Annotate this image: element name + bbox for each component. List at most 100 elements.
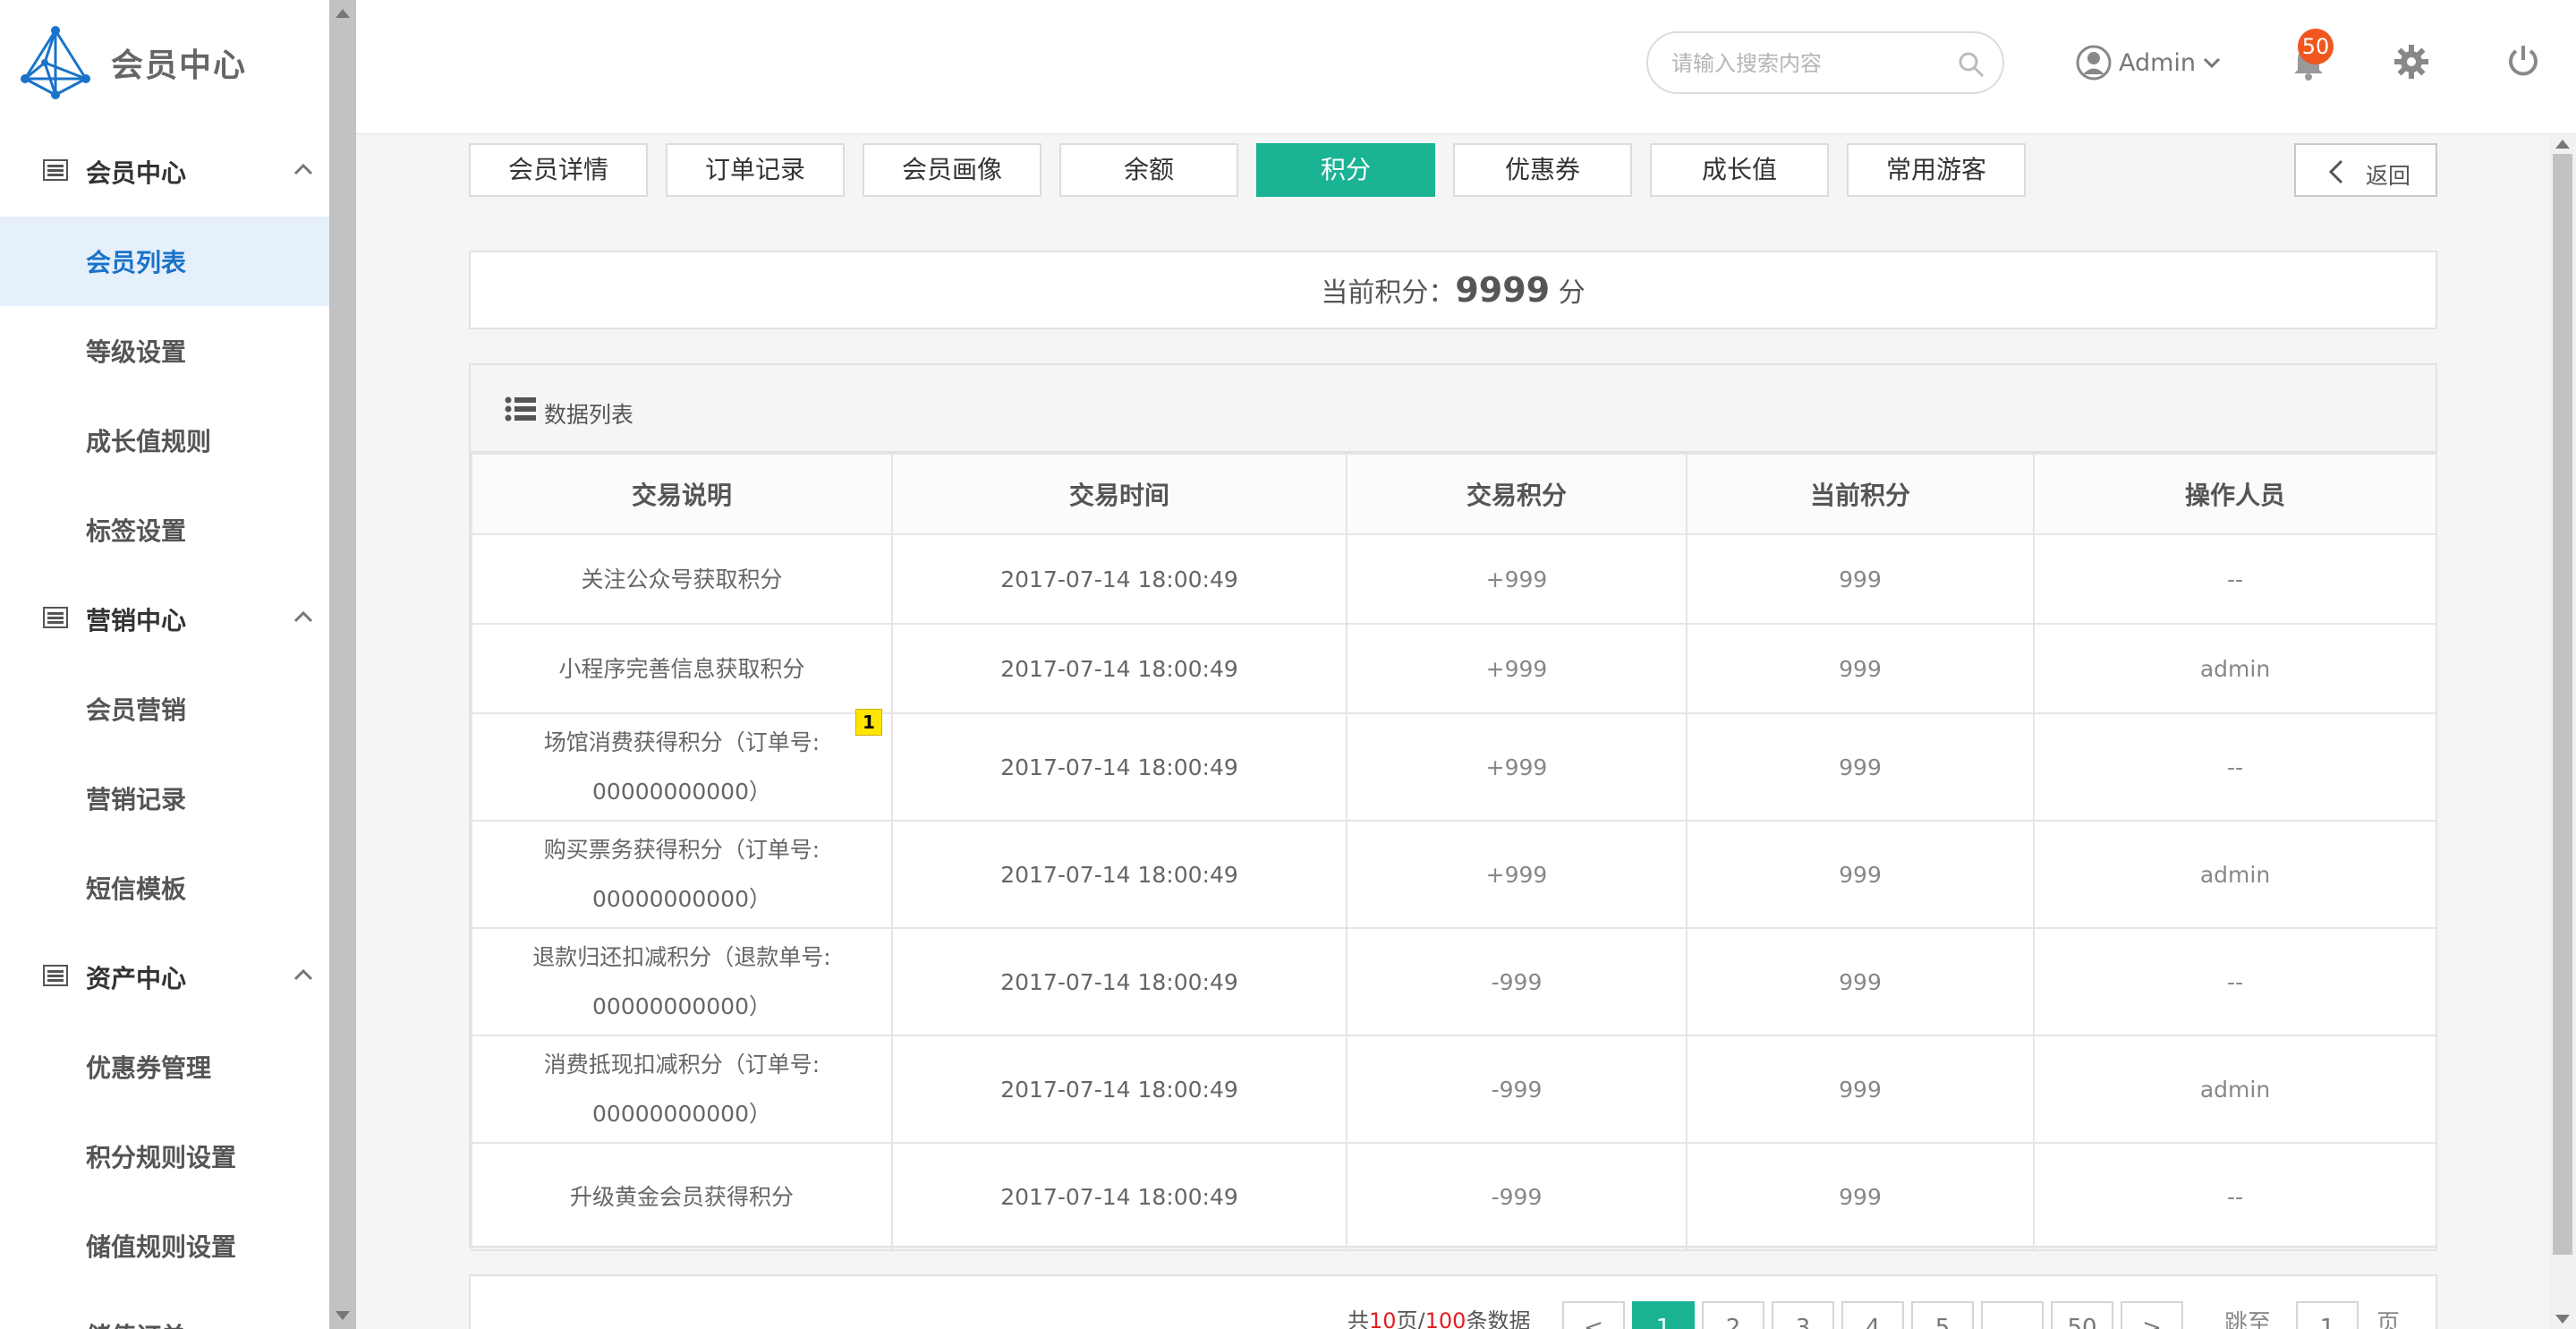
description-line: 升级黄金会员获得积分 [569,1183,794,1210]
pager-page-count: 10 [1369,1308,1397,1329]
pagination-bar: 共10页/100条数据 < 1 2 3 4 5 ... 50 > 跳至 1 页 [469,1274,2437,1329]
tab-order-records[interactable]: 订单记录 [666,143,845,197]
sidebar-item-label: 会员营销 [86,695,187,725]
jump-unit: 页 [2376,1310,2401,1329]
sidebar-item-points-rules[interactable]: 积分规则设置 [0,1112,329,1201]
back-button[interactable]: 返回 [2294,143,2437,197]
sidebar-item-member-marketing[interactable]: 会员营销 [0,664,329,754]
description-line: 小程序完善信息获取积分 [558,655,805,682]
tab-coupons[interactable]: 优惠券 [1453,143,1632,197]
table-row: 小程序完善信息获取积分 2017-07-14 18:00:49 +999 999… [471,623,2437,714]
power-icon[interactable] [2505,43,2541,79]
gear-icon[interactable] [2394,45,2428,79]
cell-current: 999 [1686,623,2035,714]
column-header[interactable]: 当前积分 [1686,453,2035,535]
cell-time: 2017-07-14 18:00:49 [891,623,1348,714]
nav-group-asset-center[interactable]: 资产中心 [0,933,329,1022]
chevron-down-icon [2204,57,2221,69]
cell-operator: admin [2033,1035,2437,1144]
sidebar-item-label: 积分规则设置 [86,1143,237,1172]
column-header[interactable]: 交易积分 [1346,453,1688,535]
nav-group-member-center[interactable]: 会员中心 [0,127,329,217]
points-unit: 分 [1558,277,1586,309]
description-line: 场馆消费获得积分（订单号: [543,729,820,755]
sidebar-item-coupon-management[interactable]: 优惠券管理 [0,1022,329,1112]
cell-points: +999 [1346,820,1688,929]
page-button-50[interactable]: 50 [2051,1301,2113,1329]
top-header: Admin [356,0,2576,134]
sidebar-item-growth-rules[interactable]: 成长值规则 [0,396,329,485]
tab-member-details[interactable]: 会员详情 [469,143,648,197]
pager-total-count: 100 [1424,1308,1467,1329]
scrollbar-thumb[interactable] [2553,154,2572,1255]
cell-time: 2017-07-14 18:00:49 [891,1035,1348,1144]
description-line: 购买票务获得积分（订单号: [543,837,820,863]
cell-time: 2017-07-14 18:00:49 [891,820,1348,929]
page-button-2[interactable]: 2 [1702,1301,1764,1329]
search-box[interactable] [1646,31,2004,94]
username: Admin [2119,48,2197,77]
page-button-5[interactable]: 5 [1911,1301,1974,1329]
cell-description: 场馆消费获得积分（订单号: 00000000000） [471,712,893,822]
cell-operator: admin [2033,820,2437,929]
tab-member-profile[interactable]: 会员画像 [863,143,1041,197]
pager-prefix: 共 [1348,1308,1369,1329]
column-header[interactable]: 交易说明 [471,453,893,535]
sidebar-item-label: 等级设置 [86,337,187,367]
cell-operator: admin [2033,623,2437,714]
tab-frequent-visitors[interactable]: 常用游客 [1847,143,2026,197]
main-scrollbar[interactable] [2549,134,2576,1329]
prev-page-button[interactable]: < [1562,1301,1625,1329]
data-table-panel: 数据列表 交易说明 交易时间 交易积分 当前积分 操作人员 关注公众号获取积分 … [469,363,2437,1251]
cell-points: -999 [1346,1142,1688,1251]
list-icon [505,396,536,422]
cell-description: 小程序完善信息获取积分 [471,623,893,714]
sidebar-item-member-list[interactable]: 会员列表 [0,217,329,306]
scroll-up-arrow-icon[interactable] [2555,140,2570,149]
sidebar-item-stored-value-rules[interactable]: 储值规则设置 [0,1201,329,1291]
cell-points: +999 [1346,623,1688,714]
page-button-1[interactable]: 1 [1632,1301,1695,1329]
back-button-label: 返回 [2366,163,2411,189]
user-menu[interactable]: Admin [2076,40,2221,85]
description-line: 00000000000） [592,779,771,805]
app-title: 会员中心 [111,47,248,84]
sidebar-item-label: 储值订单 [86,1317,186,1329]
sidebar-item-tag-settings[interactable]: 标签设置 [0,485,329,575]
search-icon[interactable] [1958,51,1985,78]
cell-time: 2017-07-14 18:00:49 [891,533,1348,625]
next-page-button[interactable]: > [2121,1301,2183,1329]
jump-page-input[interactable]: 1 [2296,1301,2359,1329]
list-card-icon [43,965,68,986]
sidebar-item-level-settings[interactable]: 等级设置 [0,306,329,396]
sidebar-item-label: 营销记录 [86,785,187,814]
search-input[interactable] [1671,46,1940,81]
nav-group-marketing-center[interactable]: 营销中心 [0,575,329,664]
tab-growth-value[interactable]: 成长值 [1650,143,1829,197]
sidebar-scrollbar[interactable] [329,0,356,1329]
tab-points[interactable]: 积分 [1256,143,1435,197]
cell-points: -999 [1346,1035,1688,1144]
page-button-4[interactable]: 4 [1841,1301,1904,1329]
cell-operator: -- [2033,927,2437,1036]
cell-current: 999 [1686,712,2035,822]
points-value: 9999 [1455,270,1551,310]
scroll-down-arrow-icon[interactable] [336,1311,350,1320]
logo[interactable]: 会员中心 [18,25,247,100]
description-line: 00000000000） [592,1101,771,1127]
column-header[interactable]: 交易时间 [891,453,1348,535]
scroll-down-arrow-icon[interactable] [2555,1315,2570,1324]
description-line: 消费抵现扣减积分（订单号: [543,1052,820,1078]
sidebar-item-label: 标签设置 [86,516,187,546]
tab-balance[interactable]: 余额 [1059,143,1238,197]
sidebar-item-stored-value-orders[interactable]: 储值订单 [0,1291,329,1329]
points-label: 当前积分： [1321,277,1456,309]
page-button-3[interactable]: 3 [1772,1301,1834,1329]
column-header[interactable]: 操作人员 [2033,453,2437,535]
sidebar-item-sms-templates[interactable]: 短信模板 [0,843,329,933]
scroll-up-arrow-icon[interactable] [336,9,350,18]
cell-points: +999 [1346,533,1688,625]
sidebar-item-label: 优惠券管理 [86,1053,212,1083]
sidebar-item-marketing-records[interactable]: 营销记录 [0,754,329,843]
cell-time: 2017-07-14 18:00:49 [891,1142,1348,1251]
